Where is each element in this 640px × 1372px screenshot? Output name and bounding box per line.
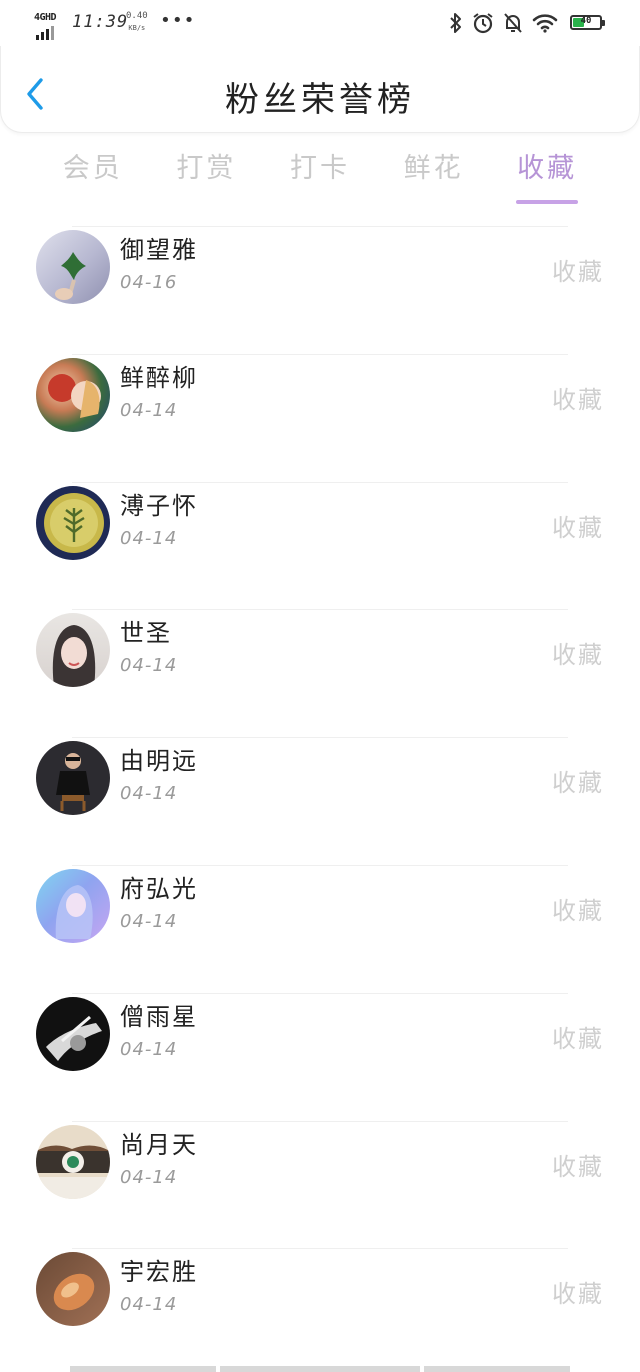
- network-speed: 0.40 KB/s: [126, 10, 148, 34]
- fan-list: 御望雅 04-16 收藏 鲜醉柳 04-14 收藏 溥子怀 04-14 收藏 世…: [0, 214, 640, 1364]
- avatar: [36, 613, 110, 688]
- fan-action-label: 收藏: [552, 1024, 604, 1053]
- list-item[interactable]: 御望雅 04-16 收藏: [0, 214, 640, 342]
- tab-label: 会员: [62, 153, 123, 184]
- fan-date: 04-14: [120, 1294, 178, 1316]
- fan-date: 04-14: [120, 783, 178, 805]
- avatar: [36, 996, 110, 1071]
- fan-action-label: 收藏: [552, 513, 604, 542]
- tab-label: 打卡: [289, 153, 350, 184]
- fan-action-label: 收藏: [552, 258, 604, 286]
- tab-label: 收藏: [517, 153, 578, 184]
- tab-favorites[interactable]: 收藏: [490, 146, 604, 210]
- fan-date: 04-14: [120, 1038, 178, 1060]
- fan-action-label: 收藏: [552, 769, 604, 798]
- avatar: [36, 357, 110, 432]
- avatar: [36, 741, 110, 816]
- fan-name: 由明远: [120, 747, 198, 776]
- fan-name: 世圣: [120, 619, 172, 648]
- list-item[interactable]: 溥子怀 04-14 收藏: [0, 470, 640, 598]
- bluetooth-icon: [449, 12, 463, 38]
- fan-action-label: 收藏: [552, 896, 604, 925]
- fan-name: 尚月天: [120, 1130, 198, 1159]
- fan-date: 04-14: [120, 910, 178, 932]
- list-item[interactable]: 僧雨星 04-14 收藏: [0, 981, 640, 1109]
- tab-members[interactable]: 会员: [36, 146, 150, 210]
- list-item[interactable]: 尚月天 04-14 收藏: [0, 1109, 640, 1237]
- fan-date: 04-14: [120, 1166, 178, 1188]
- avatar: [36, 230, 110, 304]
- more-notifications-icon: •••: [160, 10, 196, 31]
- avatar: [36, 868, 110, 943]
- fan-name: 宇宏胜: [120, 1258, 198, 1287]
- list-item[interactable]: 由明远 04-14 收藏: [0, 725, 640, 853]
- status-bar: 4GHD 11:39 0.40 KB/s ••• 40: [0, 0, 640, 46]
- list-item[interactable]: 鲜醉柳 04-14 收藏: [0, 342, 640, 470]
- mute-icon: [503, 12, 523, 38]
- network-type: 4GHD: [34, 12, 57, 23]
- signal-indicator: 4GHD: [34, 12, 62, 40]
- avatar: [36, 1252, 110, 1327]
- list-item[interactable]: 府弘光 04-14 收藏: [0, 853, 640, 981]
- scroll-indicator: [70, 1366, 570, 1372]
- fan-action-label: 收藏: [552, 1280, 604, 1309]
- tab-checkin[interactable]: 打卡: [263, 146, 377, 210]
- battery-level: 40: [580, 16, 592, 26]
- list-item[interactable]: 宇宏胜 04-14 收藏: [0, 1236, 640, 1364]
- fan-date: 04-14: [120, 527, 178, 549]
- fan-name: 鲜醉柳: [120, 363, 198, 392]
- signal-bars-icon: [36, 26, 54, 40]
- alarm-icon: [472, 12, 494, 38]
- wifi-icon: [532, 13, 558, 37]
- list-item[interactable]: 世圣 04-14 收藏: [0, 597, 640, 725]
- fan-name: 僧雨星: [120, 1002, 198, 1031]
- tab-rewards[interactable]: 打赏: [150, 146, 264, 210]
- tab-bar: 会员 打赏 打卡 鲜花 收藏: [36, 146, 604, 210]
- battery-icon: 40: [570, 15, 605, 30]
- status-icons: [449, 12, 558, 38]
- page-title: 粉丝荣誉榜: [225, 80, 415, 120]
- fan-action-label: 收藏: [552, 1152, 604, 1181]
- fan-date: 04-16: [120, 272, 178, 293]
- fan-name: 溥子怀: [120, 491, 198, 520]
- fan-date: 04-14: [120, 399, 178, 421]
- active-tab-indicator: [516, 200, 579, 204]
- fan-name: 御望雅: [120, 236, 198, 264]
- tab-flowers[interactable]: 鲜花: [377, 146, 491, 210]
- tab-label: 打赏: [176, 153, 237, 184]
- fan-date: 04-14: [120, 655, 178, 677]
- fan-action-label: 收藏: [552, 385, 604, 414]
- fan-action-label: 收藏: [552, 641, 604, 670]
- app-header: 粉丝荣誉榜: [0, 46, 640, 133]
- tab-label: 鲜花: [403, 153, 464, 184]
- network-speed-value: 0.40: [126, 11, 148, 21]
- avatar: [36, 485, 110, 560]
- network-speed-unit: KB/s: [128, 24, 146, 32]
- fan-name: 府弘光: [120, 874, 198, 903]
- avatar: [36, 1124, 110, 1199]
- status-time: 11:39: [72, 12, 129, 32]
